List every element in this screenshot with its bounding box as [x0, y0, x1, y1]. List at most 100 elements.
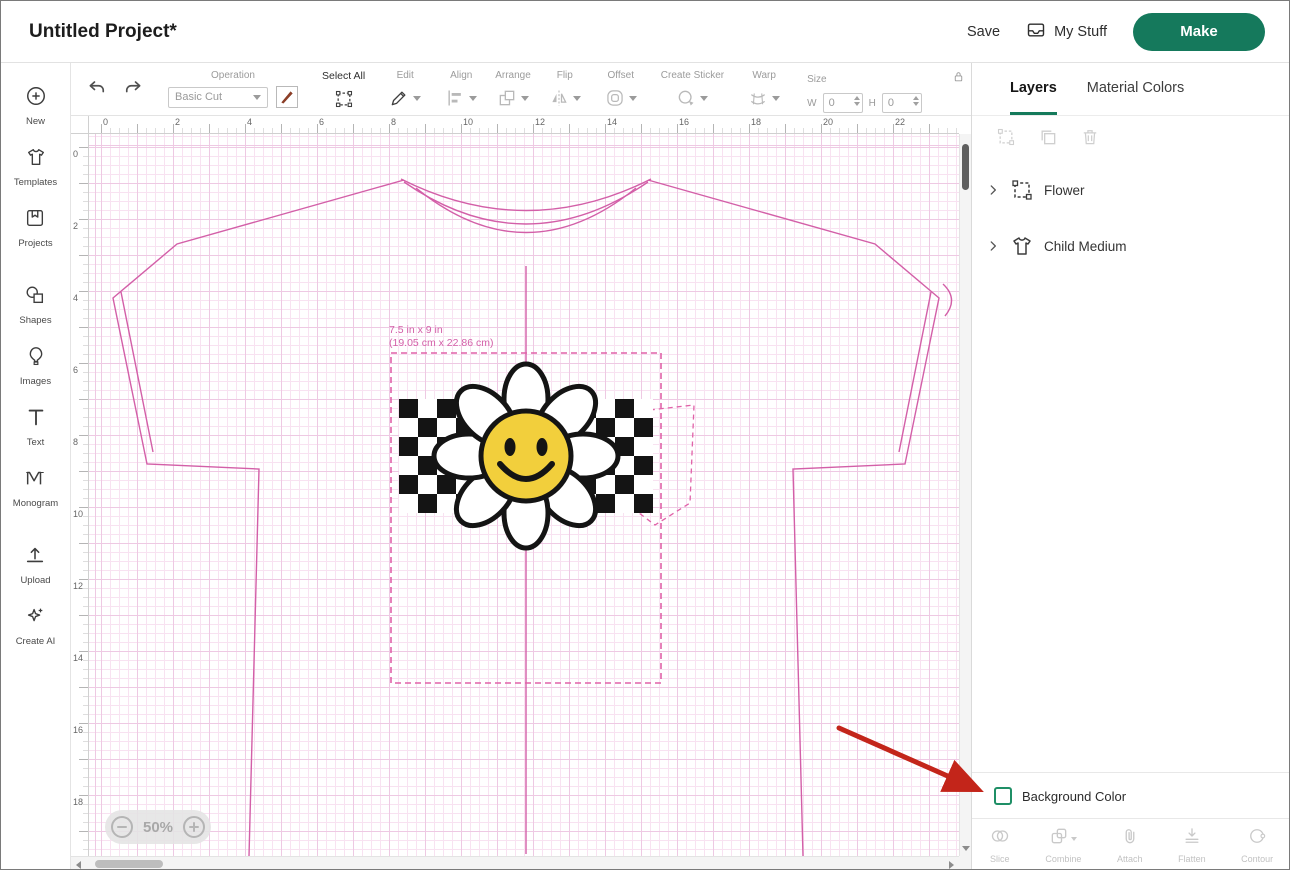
contour-button[interactable]: Contour [1241, 826, 1273, 864]
chevron-right-icon[interactable] [986, 239, 1000, 253]
tab-material-colors[interactable]: Material Colors [1087, 63, 1185, 115]
duplicate-icon[interactable] [1038, 127, 1058, 152]
height-increment[interactable] [913, 96, 919, 100]
attach-icon [1120, 826, 1140, 851]
size-group: Size W H [795, 63, 977, 115]
color-swatch[interactable] [276, 86, 298, 108]
align-group: Align [436, 63, 486, 115]
zoom-in-button[interactable] [183, 816, 205, 838]
slice-icon [990, 826, 1010, 851]
ruler-mark: 20 [823, 117, 833, 127]
redo-button[interactable] [123, 77, 143, 102]
layer-row-flower[interactable]: Flower [972, 162, 1290, 218]
scroll-left-arrow[interactable] [76, 861, 81, 869]
edit-button[interactable] [389, 86, 421, 110]
background-color-checkbox[interactable] [994, 787, 1012, 805]
ruler-mark: 0 [73, 149, 78, 159]
chevron-down-icon [629, 96, 637, 101]
flip-icon [549, 88, 569, 108]
operation-label: Operation [211, 70, 255, 81]
sidebar-item-templates[interactable]: Templates [14, 146, 57, 188]
ruler-mark: 14 [73, 653, 83, 663]
size-label: Size [807, 74, 826, 85]
operation-select[interactable]: Basic Cut [168, 87, 268, 108]
pencil-icon [389, 88, 409, 108]
sidebar-item-projects[interactable]: Projects [18, 207, 52, 249]
ruler-mark: 2 [73, 221, 78, 231]
sidebar-item-text[interactable]: Text [25, 406, 47, 448]
chevron-right-icon[interactable] [986, 183, 1000, 197]
upload-icon [24, 544, 46, 571]
vertical-scrollbar-thumb[interactable] [962, 144, 969, 190]
background-color-label: Background Color [1022, 789, 1126, 804]
align-button[interactable] [445, 86, 477, 110]
ruler-mark: 14 [607, 117, 617, 127]
scroll-right-arrow[interactable] [949, 861, 954, 869]
sidebar-item-monogram[interactable]: Monogram [13, 467, 58, 509]
create-ai-icon [24, 605, 46, 632]
chevron-down-icon [1071, 837, 1077, 841]
sidebar-item-images[interactable]: Images [20, 345, 51, 387]
combine-button[interactable]: Combine [1045, 826, 1081, 864]
sidebar-item-label: Projects [18, 238, 52, 249]
canvas-grid[interactable]: 7.5 in x 9 in (19.05 cm x 22.86 cm) 50% [89, 134, 959, 856]
sidebar-item-upload[interactable]: Upload [20, 544, 50, 586]
ruler-mark: 0 [103, 117, 108, 127]
monogram-icon [24, 467, 46, 494]
ruler-mark: 22 [895, 117, 905, 127]
width-increment[interactable] [854, 96, 860, 100]
create-sticker-button[interactable] [676, 86, 708, 110]
sidebar-item-create-ai[interactable]: Create AI [16, 605, 56, 647]
chevron-down-icon [772, 96, 780, 101]
delete-icon[interactable] [1080, 127, 1100, 152]
layer-tools: Slice Combine Attach Flatten Contour [972, 818, 1290, 870]
my-stuff-button[interactable]: My Stuff [1026, 20, 1107, 44]
offset-button[interactable] [605, 86, 637, 110]
flower-design[interactable] [434, 364, 618, 548]
arrange-button[interactable] [497, 86, 529, 110]
select-all-label: Select All [322, 70, 365, 82]
layer-row-child-medium[interactable]: Child Medium [972, 218, 1290, 274]
vertical-scrollbar[interactable] [959, 134, 971, 856]
offset-icon [605, 88, 625, 108]
sidebar-item-label: Upload [20, 575, 50, 586]
projects-icon [24, 207, 46, 234]
ruler-mark: 18 [751, 117, 761, 127]
zoom-out-button[interactable] [111, 816, 133, 838]
ruler-mark: 18 [73, 797, 83, 807]
scroll-down-arrow[interactable] [962, 846, 970, 851]
select-all-button[interactable] [334, 87, 354, 111]
tool-label: Attach [1117, 854, 1143, 864]
images-icon [25, 345, 47, 372]
zoom-level: 50% [143, 819, 173, 836]
attach-button[interactable]: Attach [1117, 826, 1143, 864]
text-icon [25, 406, 47, 433]
horizontal-scrollbar-thumb[interactable] [95, 860, 163, 868]
width-label: W [807, 98, 816, 109]
tab-layers[interactable]: Layers [1010, 63, 1057, 115]
undo-button[interactable] [87, 77, 107, 102]
lock-icon[interactable] [952, 70, 965, 88]
warp-button[interactable] [748, 86, 780, 110]
selection-size-label: 7.5 in x 9 in (19.05 cm x 22.86 cm) [389, 324, 493, 350]
width-decrement[interactable] [854, 102, 860, 106]
flip-button[interactable] [549, 86, 581, 110]
group-icon[interactable] [996, 127, 1016, 152]
tool-label: Flatten [1178, 854, 1206, 864]
save-button[interactable]: Save [967, 24, 1000, 40]
sidebar-item-label: Create AI [16, 636, 56, 647]
chevron-down-icon [469, 96, 477, 101]
make-button[interactable]: Make [1133, 13, 1265, 51]
horizontal-scrollbar[interactable] [71, 856, 959, 870]
chevron-down-icon [700, 96, 708, 101]
height-decrement[interactable] [913, 102, 919, 106]
sidebar-item-new[interactable]: New [25, 85, 47, 127]
cricut-design-space: Untitled Project* Save My Stuff Make New… [0, 0, 1290, 870]
sidebar-item-shapes[interactable]: Shapes [19, 284, 51, 326]
align-icon [445, 88, 465, 108]
slice-button[interactable]: Slice [990, 826, 1010, 864]
warp-icon [748, 88, 768, 108]
flatten-button[interactable]: Flatten [1178, 826, 1206, 864]
ruler-mark: 8 [391, 117, 396, 127]
offset-group: Offset [596, 63, 646, 115]
